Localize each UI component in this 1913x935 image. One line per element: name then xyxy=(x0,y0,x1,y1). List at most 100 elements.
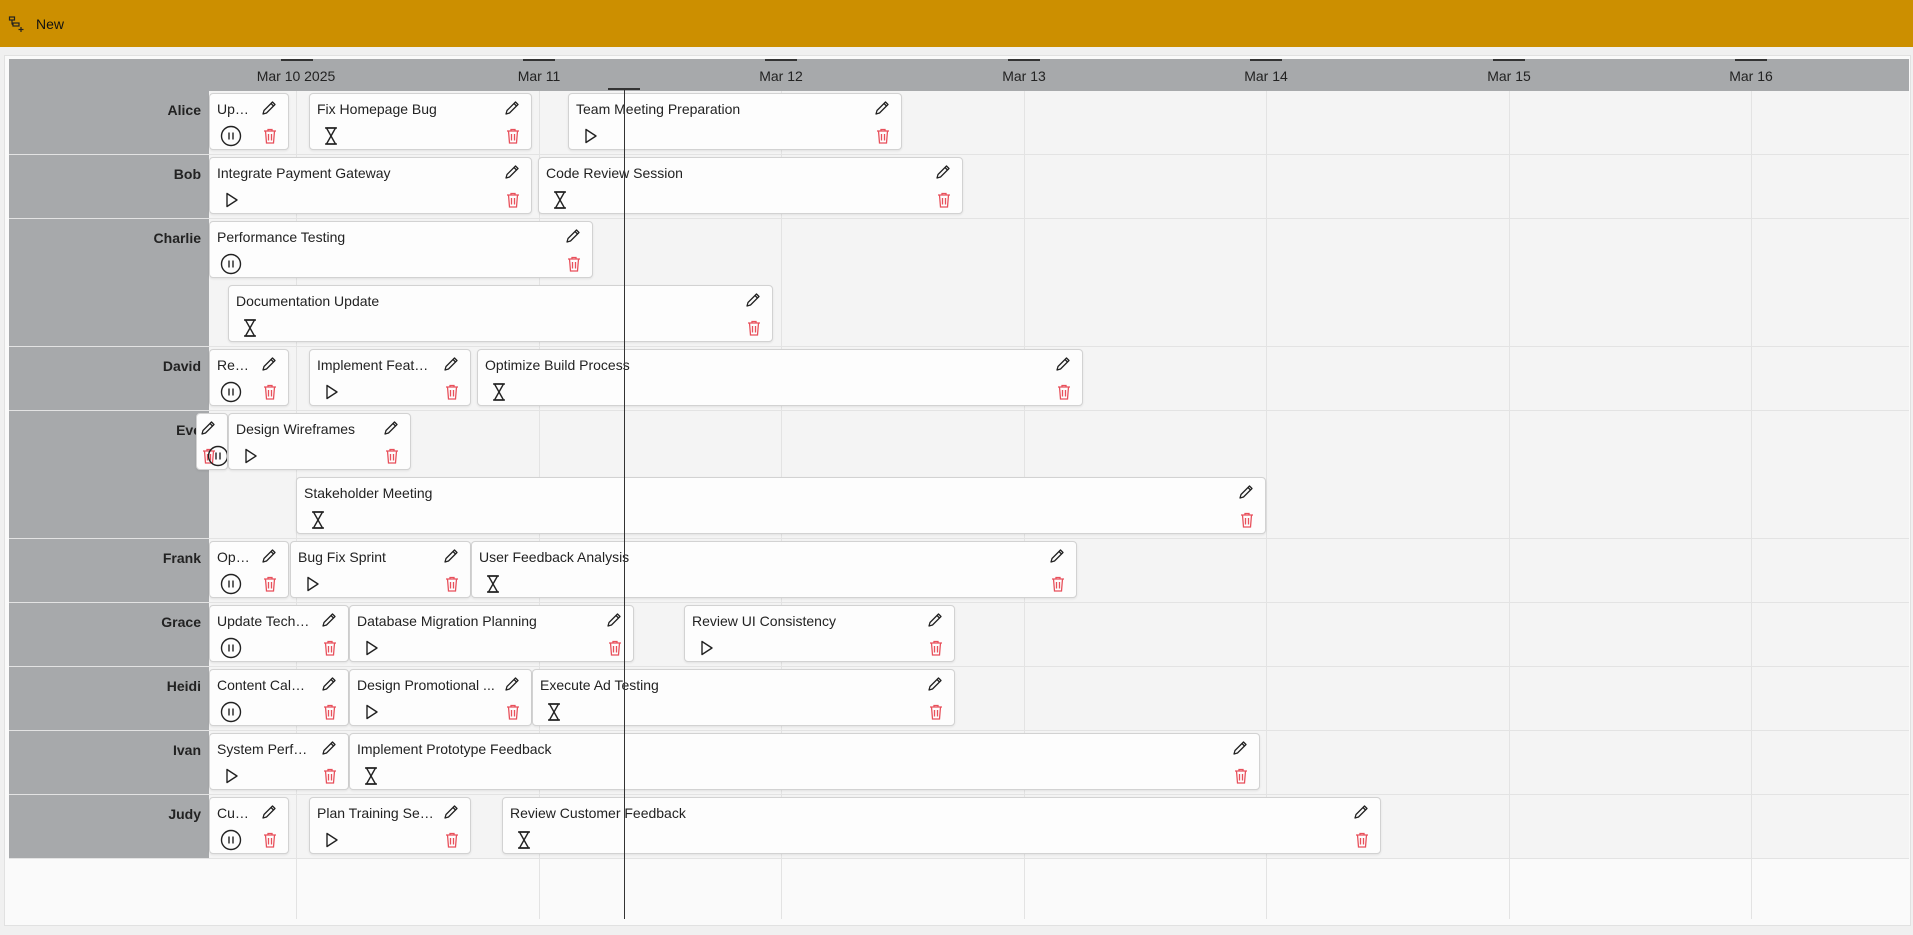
task-bar[interactable]: Review Customer Feedback xyxy=(502,797,1381,854)
pause-circle-icon[interactable] xyxy=(220,829,242,851)
trash-icon[interactable] xyxy=(1354,831,1370,849)
task-bar[interactable]: Team Meeting Preparation xyxy=(568,93,902,150)
trash-icon[interactable] xyxy=(444,831,460,849)
trash-icon[interactable] xyxy=(444,575,460,593)
trash-icon[interactable] xyxy=(322,767,338,785)
trash-icon[interactable] xyxy=(936,191,952,209)
task-bar[interactable]: Upd... xyxy=(209,93,289,150)
task-bar[interactable]: User Feedback Analysis xyxy=(471,541,1077,598)
play-icon[interactable] xyxy=(301,573,323,595)
pencil-icon[interactable] xyxy=(926,611,944,629)
trash-icon[interactable] xyxy=(566,255,582,273)
task-bar[interactable]: Plan Training Sess... xyxy=(309,797,471,854)
task-bar[interactable]: Documentation Update xyxy=(228,285,773,342)
pause-circle-icon[interactable] xyxy=(220,637,242,659)
pause-circle-icon[interactable] xyxy=(220,701,242,723)
play-icon[interactable] xyxy=(220,189,242,211)
task-bar[interactable]: Bug Fix Sprint xyxy=(290,541,471,598)
trash-icon[interactable] xyxy=(322,639,338,657)
trash-icon[interactable] xyxy=(262,127,278,145)
pencil-icon[interactable] xyxy=(503,675,521,693)
pencil-icon[interactable] xyxy=(442,803,460,821)
pencil-icon[interactable] xyxy=(260,99,278,117)
task-bar[interactable]: System Perfor... xyxy=(209,733,349,790)
play-icon[interactable] xyxy=(320,829,342,851)
pencil-icon[interactable] xyxy=(260,547,278,565)
task-bar[interactable]: Database Migration Planning xyxy=(349,605,634,662)
task-bar[interactable]: Design Wireframes xyxy=(228,413,411,470)
pencil-icon[interactable] xyxy=(1054,355,1072,373)
task-bar[interactable]: Performance Testing xyxy=(209,221,593,278)
trash-icon[interactable] xyxy=(875,127,891,145)
trash-icon[interactable] xyxy=(928,703,944,721)
play-icon[interactable] xyxy=(360,701,382,723)
pencil-icon[interactable] xyxy=(503,163,521,181)
pencil-icon[interactable] xyxy=(1352,803,1370,821)
trash-icon[interactable] xyxy=(928,639,944,657)
trash-icon[interactable] xyxy=(1239,511,1255,529)
pencil-icon[interactable] xyxy=(1237,483,1255,501)
play-icon[interactable] xyxy=(320,381,342,403)
task-bar[interactable]: Design Promotional ... xyxy=(349,669,532,726)
pencil-icon[interactable] xyxy=(1231,739,1249,757)
pencil-icon[interactable] xyxy=(260,355,278,373)
trash-icon[interactable] xyxy=(262,831,278,849)
pencil-icon[interactable] xyxy=(503,99,521,117)
hourglass-icon[interactable] xyxy=(549,189,571,211)
task-bar[interactable]: Optimize Build Process xyxy=(477,349,1083,406)
task-bar[interactable]: Integrate Payment Gateway xyxy=(209,157,532,214)
pencil-icon[interactable] xyxy=(873,99,891,117)
pencil-icon[interactable] xyxy=(1048,547,1066,565)
task-bar[interactable]: Content Calen... xyxy=(209,669,349,726)
task-bar[interactable]: Opti... xyxy=(209,541,289,598)
task-bar[interactable]: Implement Featur... xyxy=(309,349,471,406)
pencil-icon[interactable] xyxy=(382,419,400,437)
trash-icon[interactable] xyxy=(384,447,400,465)
pencil-icon[interactable] xyxy=(605,611,623,629)
trash-icon[interactable] xyxy=(322,703,338,721)
task-bar[interactable]: Revi... xyxy=(209,349,289,406)
hourglass-icon[interactable] xyxy=(239,317,261,339)
trash-icon[interactable] xyxy=(1233,767,1249,785)
play-icon[interactable] xyxy=(239,445,261,467)
trash-icon[interactable] xyxy=(505,191,521,209)
hourglass-icon[interactable] xyxy=(488,381,510,403)
trash-icon[interactable] xyxy=(444,383,460,401)
pencil-icon[interactable] xyxy=(934,163,952,181)
trash-icon[interactable] xyxy=(746,319,762,337)
pause-circle-icon[interactable] xyxy=(220,381,242,403)
pencil-icon[interactable] xyxy=(442,547,460,565)
pencil-icon[interactable] xyxy=(744,291,762,309)
pencil-icon[interactable] xyxy=(442,355,460,373)
task-bar[interactable]: Fix Homepage Bug xyxy=(309,93,532,150)
play-icon[interactable] xyxy=(220,765,242,787)
play-icon[interactable] xyxy=(579,125,601,147)
trash-icon[interactable] xyxy=(262,575,278,593)
new-button[interactable]: New xyxy=(8,12,64,36)
hourglass-icon[interactable] xyxy=(482,573,504,595)
task-bar[interactable]: Stakeholder Meeting xyxy=(296,477,1266,534)
play-icon[interactable] xyxy=(695,637,717,659)
task-bar[interactable] xyxy=(196,413,228,470)
hourglass-icon[interactable] xyxy=(513,829,535,851)
task-bar[interactable]: Implement Prototype Feedback xyxy=(349,733,1260,790)
trash-icon[interactable] xyxy=(1050,575,1066,593)
trash-icon[interactable] xyxy=(262,383,278,401)
pause-circle-icon[interactable] xyxy=(220,125,242,147)
task-bar[interactable]: Cust... xyxy=(209,797,289,854)
hourglass-icon[interactable] xyxy=(320,125,342,147)
pause-circle-icon[interactable] xyxy=(220,253,242,275)
pencil-icon[interactable] xyxy=(260,803,278,821)
hourglass-icon[interactable] xyxy=(307,509,329,531)
trash-icon[interactable] xyxy=(607,639,623,657)
play-icon[interactable] xyxy=(360,637,382,659)
hourglass-icon[interactable] xyxy=(360,765,382,787)
trash-icon[interactable] xyxy=(505,703,521,721)
pencil-icon[interactable] xyxy=(320,675,338,693)
pause-circle-icon[interactable] xyxy=(207,445,227,467)
pencil-icon[interactable] xyxy=(564,227,582,245)
task-bar[interactable]: Code Review Session xyxy=(538,157,963,214)
pencil-icon[interactable] xyxy=(199,419,217,437)
task-bar[interactable]: Review UI Consistency xyxy=(684,605,955,662)
pencil-icon[interactable] xyxy=(320,739,338,757)
